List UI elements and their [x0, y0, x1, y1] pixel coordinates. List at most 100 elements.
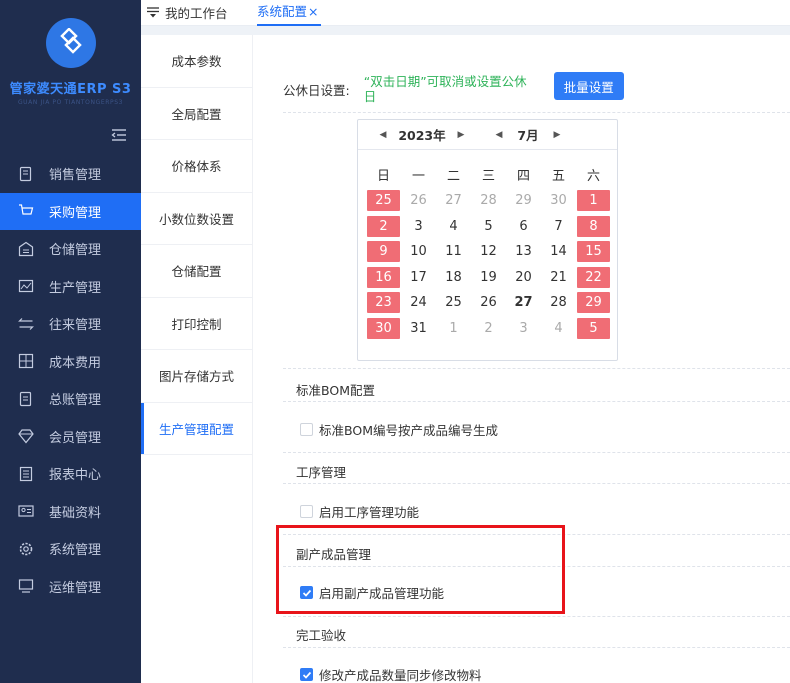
calendar-day[interactable]: 30: [541, 190, 576, 211]
calendar-day[interactable]: 14: [541, 241, 576, 262]
tab-system-config[interactable]: 系统配置×: [257, 2, 321, 26]
divider: [283, 368, 790, 369]
calendar-day[interactable]: 28: [471, 190, 506, 211]
calendar-day-holiday[interactable]: 30: [367, 317, 400, 339]
submenu-item[interactable]: 图片存储方式: [141, 350, 252, 403]
close-icon[interactable]: ×: [308, 4, 318, 19]
submenu-item[interactable]: 价格体系: [141, 140, 252, 193]
sidebar-item-8[interactable]: 会员管理: [0, 418, 141, 456]
weekday-label: 五: [551, 168, 565, 184]
calendar-day[interactable]: 28: [541, 292, 576, 313]
sidebar-item-5[interactable]: 往来管理: [0, 305, 141, 343]
section-title-bom: 标准BOM配置: [296, 383, 375, 398]
next-month-icon[interactable]: ▶: [548, 130, 566, 140]
weekday-label: 六: [586, 168, 600, 184]
submenu-item[interactable]: 成本参数: [141, 35, 252, 88]
config-content: 公休日设置: “双击日期”可取消或设置公休日 批量设置 ◀ 2023年 ▶ ◀ …: [253, 35, 790, 683]
sidebar-item-9[interactable]: 报表中心: [0, 455, 141, 493]
calendar-day-holiday[interactable]: 5: [577, 317, 610, 339]
submenu-item[interactable]: 全局配置: [141, 88, 252, 140]
sidebar-item-4[interactable]: 生产管理: [0, 268, 141, 306]
weekday-label: 三: [481, 168, 495, 184]
tab-system-config-label: 系统配置: [257, 4, 308, 19]
checkbox-bom-option[interactable]: 标准BOM编号按产成品编号生成: [300, 420, 498, 439]
sidebar-item-6[interactable]: 成本费用: [0, 343, 141, 381]
sidebar-item-label: 生产管理: [49, 280, 102, 296]
brand-subtitle: GUAN JIA PO TIANTONGERPS3: [17, 99, 124, 106]
sidebar-item-11[interactable]: 系统管理: [0, 530, 141, 568]
submenu-item[interactable]: 仓储配置: [141, 245, 252, 298]
divider: [283, 483, 790, 484]
calendar-day[interactable]: 10: [401, 241, 436, 262]
sidebar-item-12[interactable]: 运维管理: [0, 568, 141, 606]
calendar-week-row: 2345678: [366, 214, 611, 240]
sidebar-item-label: 销售管理: [49, 168, 102, 184]
brand-logo-icon: [45, 18, 96, 68]
calendar-day[interactable]: 5: [471, 216, 506, 237]
calendar-day-holiday[interactable]: 29: [577, 292, 610, 314]
calendar-day[interactable]: 26: [471, 292, 506, 313]
calendar-week-row: 16 17 18 19 20 21 22: [366, 265, 611, 291]
calendar-day[interactable]: 21: [541, 267, 576, 288]
checkbox-acceptance-option[interactable]: 修改产成品数量同步修改物料: [300, 665, 482, 683]
calendar-day[interactable]: 4: [541, 318, 576, 339]
calendar-day[interactable]: 12: [471, 241, 506, 262]
top-divider: [141, 26, 790, 35]
calendar-day[interactable]: 1: [436, 318, 471, 339]
calendar-day[interactable]: 25: [436, 292, 471, 313]
sidebar-item-label: 报表中心: [49, 468, 102, 484]
calendar-day[interactable]: 11: [436, 241, 471, 262]
calendar-day[interactable]: 27: [436, 190, 471, 211]
prev-month-icon[interactable]: ◀: [490, 130, 508, 140]
calendar-day[interactable]: 20: [506, 267, 541, 288]
calendar-day[interactable]: 31: [401, 318, 436, 339]
checkbox-process-option[interactable]: 启用工序管理功能: [300, 502, 419, 521]
checkbox-icon[interactable]: [300, 505, 313, 518]
calendar-day[interactable]: 18: [436, 267, 471, 288]
calendar-day[interactable]: 4: [436, 216, 471, 237]
sidebar-item-label: 基础资料: [49, 505, 102, 521]
calendar-day[interactable]: 27: [506, 292, 541, 313]
ledger-icon: [18, 391, 34, 407]
calendar-day-holiday[interactable]: 23: [367, 292, 400, 314]
sidebar-item-10[interactable]: 基础资料: [0, 493, 141, 531]
calendar-day-holiday[interactable]: 25: [367, 190, 400, 212]
sidebar-item-3[interactable]: 仓储管理: [0, 230, 141, 268]
calendar-day[interactable]: 3: [401, 216, 436, 237]
calendar-day-holiday[interactable]: 2: [367, 215, 400, 237]
calendar-day[interactable]: 7: [541, 216, 576, 237]
prev-year-icon[interactable]: ◀: [374, 130, 392, 140]
calendar-day[interactable]: 2: [471, 318, 506, 339]
calendar-day-holiday[interactable]: 16: [367, 266, 400, 288]
tab-workbench[interactable]: 我的工作台: [147, 2, 228, 26]
menu-collapse-icon[interactable]: [111, 128, 127, 142]
calendar-day[interactable]: 26: [401, 190, 436, 211]
calendar-day[interactable]: 19: [471, 267, 506, 288]
submenu-item[interactable]: 小数位数设置: [141, 193, 252, 245]
submenu-item[interactable]: 生产管理配置: [141, 402, 252, 455]
sidebar-item-7[interactable]: 总账管理: [0, 380, 141, 418]
checkbox-checked-icon[interactable]: [300, 668, 313, 681]
submenu-item[interactable]: 打印控制: [141, 298, 252, 350]
calendar-day[interactable]: 3: [506, 318, 541, 339]
holiday-calendar: ◀ 2023年 ▶ ◀ 7月 ▶ 日一二三四五六 25 26 27 28 29 30 1 2 3 4…: [357, 119, 618, 361]
calendar-day-holiday[interactable]: 8: [577, 215, 610, 237]
calendar-day[interactable]: 29: [506, 190, 541, 211]
next-year-icon[interactable]: ▶: [452, 130, 470, 140]
tab-workbench-label: 我的工作台: [165, 6, 228, 21]
calendar-day[interactable]: 13: [506, 241, 541, 262]
id-card-icon: [18, 503, 34, 519]
calendar-day[interactable]: 17: [401, 267, 436, 288]
calendar-day-holiday[interactable]: 1: [577, 190, 610, 212]
checkbox-label: 启用工序管理功能: [319, 505, 420, 520]
weekday-label: 一: [411, 168, 425, 184]
checkbox-icon[interactable]: [300, 423, 313, 436]
calendar-day-holiday[interactable]: 15: [577, 241, 610, 263]
calendar-day[interactable]: 24: [401, 292, 436, 313]
batch-set-button[interactable]: 批量设置: [553, 72, 624, 100]
sidebar-item-2[interactable]: 采购管理: [0, 192, 141, 230]
calendar-day-holiday[interactable]: 9: [367, 241, 400, 263]
calendar-day[interactable]: 6: [506, 216, 541, 237]
calendar-day-holiday[interactable]: 22: [577, 266, 610, 288]
sidebar-item-1[interactable]: 销售管理: [0, 155, 141, 193]
